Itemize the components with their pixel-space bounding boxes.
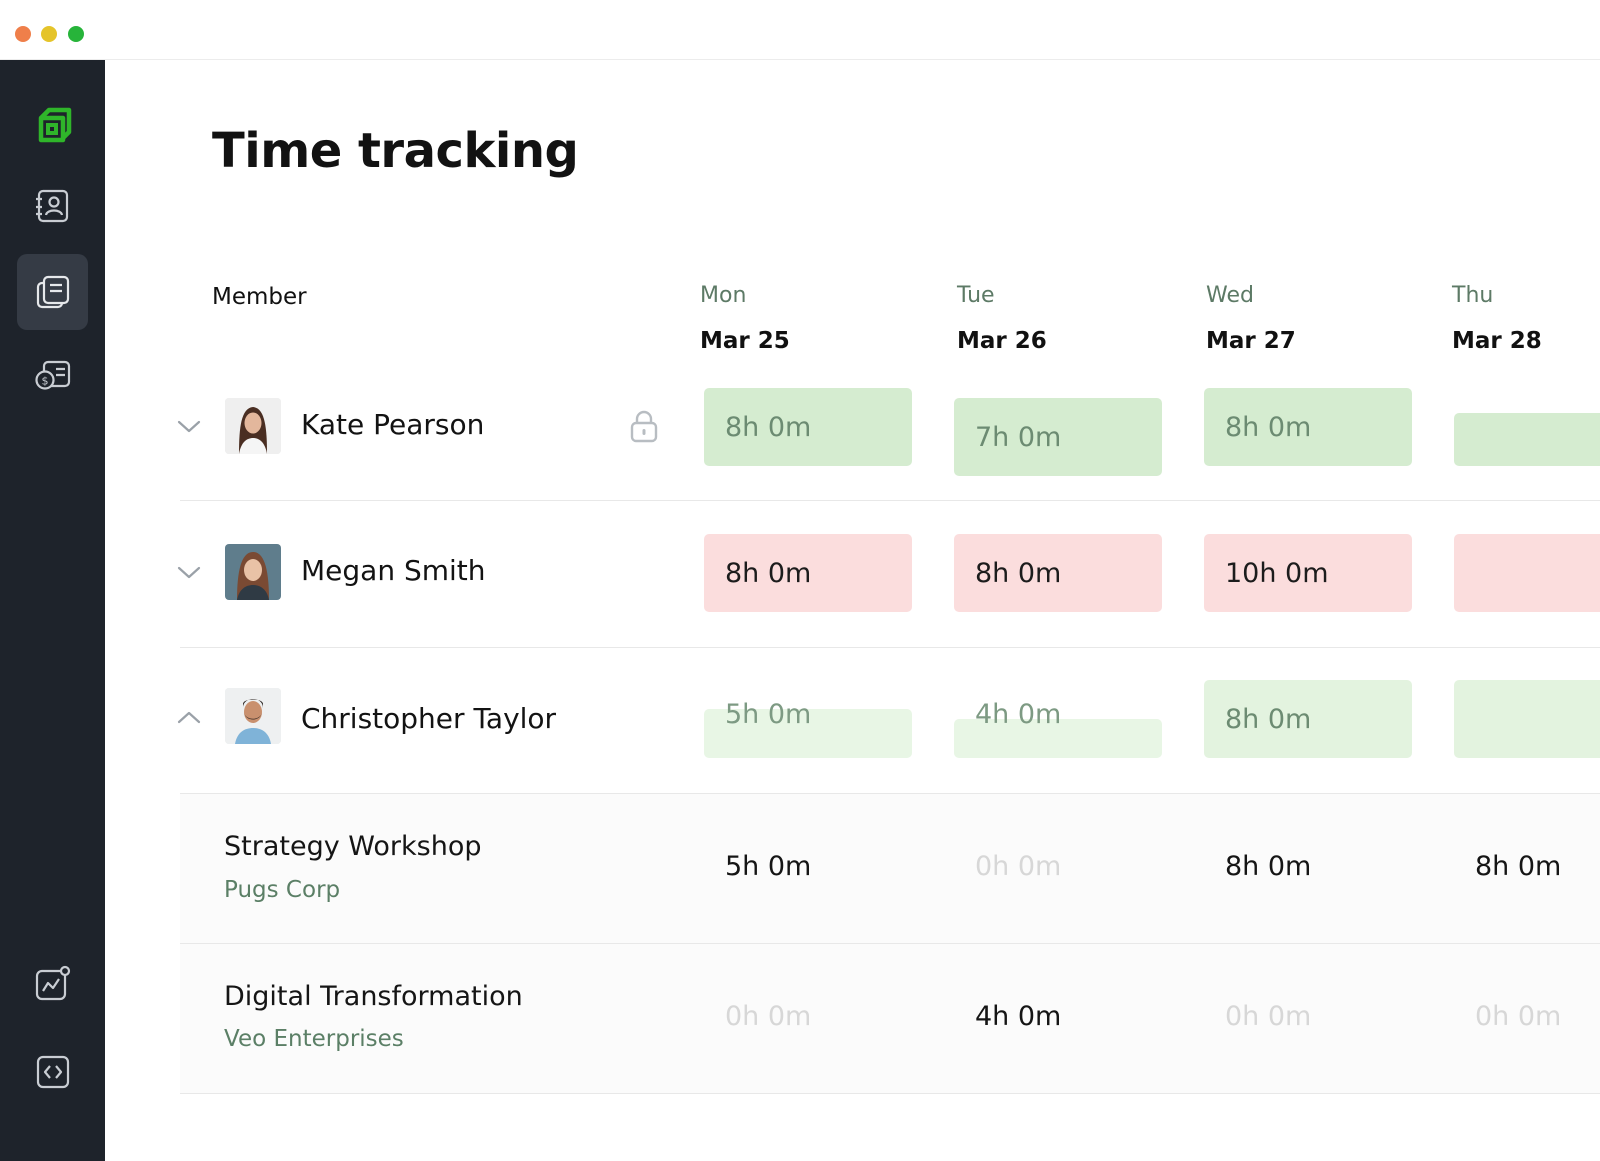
time-cell[interactable]: 8h 0m xyxy=(704,388,912,466)
time-cell[interactable]: 10h 0m xyxy=(1204,534,1412,612)
avatar-photo xyxy=(225,398,281,454)
day-date: Mar 25 xyxy=(700,328,790,354)
project-name[interactable]: Strategy Workshop xyxy=(224,831,481,862)
time-cell[interactable]: 8h 0m xyxy=(1204,388,1412,466)
expand-chevron-down-icon[interactable] xyxy=(175,412,203,440)
reports-icon xyxy=(35,965,70,1001)
sidebar-item-developer[interactable] xyxy=(17,1034,88,1110)
day-column-header: Thu Mar 28 xyxy=(1452,283,1542,354)
avatar xyxy=(225,688,281,744)
row-divider xyxy=(180,500,1600,501)
billing-icon: $ xyxy=(34,360,70,390)
day-name: Thu xyxy=(1452,283,1494,308)
time-cell-value: 5h 0m xyxy=(725,699,812,730)
project-hours[interactable]: 8h 0m xyxy=(1225,851,1311,882)
sidebar-item-reports[interactable] xyxy=(17,946,88,1022)
row-divider xyxy=(180,1093,1600,1094)
day-name: Tue xyxy=(957,283,995,308)
sidebar-item-billing[interactable]: $ xyxy=(17,338,88,414)
project-hours[interactable]: 4h 0m xyxy=(975,1001,1061,1032)
member-column-header: Member xyxy=(212,284,307,310)
day-name: Mon xyxy=(700,283,747,308)
day-date: Mar 28 xyxy=(1452,328,1542,354)
day-column-header: Wed Mar 27 xyxy=(1206,283,1296,354)
project-hours[interactable]: 0h 0m xyxy=(1475,1001,1561,1032)
code-icon xyxy=(36,1055,69,1089)
time-cell[interactable] xyxy=(1454,413,1600,466)
project-hours[interactable]: 0h 0m xyxy=(1225,1001,1311,1032)
window-titlebar xyxy=(0,0,1600,60)
lock-icon xyxy=(630,410,658,443)
page-title: Time tracking xyxy=(212,123,579,179)
window-close-button[interactable] xyxy=(15,26,31,42)
sidebar-item-timesheets[interactable] xyxy=(17,254,88,330)
time-cell[interactable]: 4h 0m xyxy=(954,699,1162,758)
project-name[interactable]: Digital Transformation xyxy=(224,981,523,1012)
day-date: Mar 27 xyxy=(1206,328,1296,354)
time-cell[interactable]: 7h 0m xyxy=(954,398,1162,476)
avatar-photo xyxy=(225,688,281,744)
project-client: Veo Enterprises xyxy=(224,1026,404,1052)
time-cell[interactable] xyxy=(1454,534,1600,612)
main-content: Time tracking Member Mon Mar 25 Tue Mar … xyxy=(105,61,1600,1161)
day-name: Wed xyxy=(1206,283,1254,308)
timesheet-icon xyxy=(36,275,69,309)
member-name[interactable]: Megan Smith xyxy=(301,554,486,587)
contacts-icon xyxy=(35,189,68,223)
day-date: Mar 26 xyxy=(957,328,1047,354)
member-name[interactable]: Kate Pearson xyxy=(301,408,484,441)
window-maximize-button[interactable] xyxy=(68,26,84,42)
project-hours[interactable]: 5h 0m xyxy=(725,851,811,882)
time-cell[interactable]: 8h 0m xyxy=(704,534,912,612)
day-column-header: Tue Mar 26 xyxy=(957,283,1047,354)
logo-icon xyxy=(38,107,71,143)
project-hours[interactable]: 0h 0m xyxy=(725,1001,811,1032)
time-cell-value: 4h 0m xyxy=(975,699,1062,730)
time-cell[interactable]: 5h 0m xyxy=(704,699,912,758)
avatar xyxy=(225,398,281,454)
avatar-photo xyxy=(225,544,281,600)
window-minimize-button[interactable] xyxy=(41,26,57,42)
time-cell[interactable]: 8h 0m xyxy=(954,534,1162,612)
sidebar-item-contacts[interactable] xyxy=(17,168,88,244)
project-hours[interactable]: 0h 0m xyxy=(975,851,1061,882)
project-row xyxy=(180,794,1600,944)
project-hours[interactable]: 8h 0m xyxy=(1475,851,1561,882)
member-name[interactable]: Christopher Taylor xyxy=(301,702,556,735)
day-column-header: Mon Mar 25 xyxy=(700,283,790,354)
sidebar-logo[interactable] xyxy=(17,88,88,164)
collapse-chevron-up-icon[interactable] xyxy=(175,704,203,732)
sidebar: $ xyxy=(0,60,105,1161)
project-client: Pugs Corp xyxy=(224,877,341,903)
project-row xyxy=(180,944,1600,1094)
time-cell[interactable]: 8h 0m xyxy=(1204,680,1412,758)
avatar xyxy=(225,544,281,600)
svg-text:$: $ xyxy=(41,375,48,388)
row-divider xyxy=(180,647,1600,648)
expand-chevron-down-icon[interactable] xyxy=(175,558,203,586)
time-cell[interactable] xyxy=(1454,680,1600,758)
